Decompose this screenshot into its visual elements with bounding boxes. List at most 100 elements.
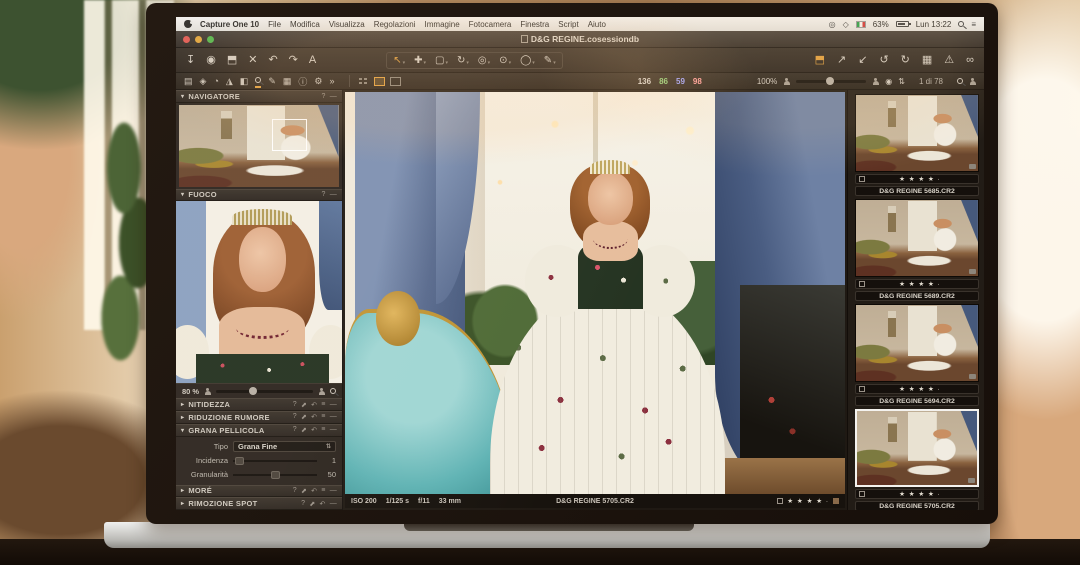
collapse-icon[interactable]: — [330,191,337,198]
menu-aiuto[interactable]: Aiuto [588,20,606,29]
airplay-icon[interactable]: ◇ [843,20,849,29]
redo-icon[interactable]: ↷ [289,55,298,66]
focus-preview[interactable] [176,201,342,382]
collapse-icon[interactable]: — [330,426,337,434]
undo-icon[interactable]: ↶ [268,55,277,66]
collapse-icon[interactable]: — [330,487,337,495]
reset-icon[interactable]: ↶ [311,487,317,495]
collapse-icon[interactable]: — [330,413,337,421]
viewer-zoom-value[interactable]: 100% [757,77,777,86]
focus-zoom-value[interactable]: 80 % [182,387,199,396]
help-icon[interactable]: ? [301,500,305,508]
pan-tool[interactable]: ✚▾ [414,55,426,66]
disclosure-icon[interactable]: ▾ [181,427,184,434]
import-icon[interactable]: ↧ [186,55,195,66]
loupe-tool[interactable]: ⊙▾ [499,55,511,66]
fit-image-icon[interactable] [783,78,790,85]
reset-icon[interactable]: ↶ [311,426,317,434]
disclosure-icon[interactable]: ▾ [181,191,184,198]
copy-icon[interactable]: ⬈ [301,401,307,409]
settings-tab-icon[interactable]: ⚙ [314,76,322,87]
capture-tab-icon[interactable]: ◈ [200,76,207,87]
grain-impact-slider[interactable] [233,460,317,462]
grain-granularity-slider[interactable] [233,474,317,476]
menu-script[interactable]: Script [558,20,578,29]
zoom-100-icon[interactable] [872,78,879,85]
navigator-zoom-rect[interactable] [272,119,307,150]
copy-icon[interactable]: ⬈ [301,426,307,434]
thumbnail-rating-row[interactable]: ★ ★ ★ ★ · [855,174,979,184]
collapse-icon[interactable]: — [330,401,337,409]
select-checkbox[interactable] [859,491,865,497]
capture-icon[interactable]: ◉ [206,55,216,66]
select-cursor-tool[interactable]: ↖▾ [393,55,405,66]
viewer-zoom-slider[interactable] [796,80,866,83]
menu-regolazioni[interactable]: Regolazioni [374,20,416,29]
disclosure-icon[interactable]: ▾ [181,93,184,100]
overflow-tabs-icon[interactable]: » [329,76,334,86]
spot-removal-tool[interactable]: ◯▾ [520,55,535,66]
menu-fotocamera[interactable]: Fotocamera [469,20,512,29]
app-menu[interactable]: Capture One 10 [200,20,259,29]
multi-view-icon[interactable] [358,77,369,86]
sort-order-icon[interactable]: ⇅ [898,77,905,86]
thumbnail[interactable] [855,94,979,172]
reset-icon[interactable]: ↶ [311,413,317,421]
rotate-left-icon[interactable]: ↺ [879,55,888,66]
filmstrip-item[interactable]: ★ ★ ★ ★ · D&G REGINE 5689.CR2 [855,199,979,301]
grid-overlay-icon[interactable]: ▦ [922,55,932,66]
battery-icon[interactable] [896,21,909,27]
presets-icon[interactable]: ≡ [321,487,325,495]
eye-compare-icon[interactable]: ◉ [885,77,892,86]
notification-center-icon[interactable]: ≡ [971,20,976,29]
thumbnail[interactable] [855,409,979,487]
star-rating[interactable]: ★ ★ ★ ★ · [899,175,941,183]
copy-adjustments-icon[interactable]: ⬒ [815,55,825,66]
collapse-icon[interactable]: — [330,93,337,100]
filmstrip-item-selected[interactable]: ★ ★ ★ ★ · D&G REGINE 5705.CR2 [855,409,979,510]
rotate-tool[interactable]: ↻▾ [457,55,469,66]
help-icon[interactable]: ? [293,487,297,495]
color-tab-icon[interactable]: ◔ [213,76,218,86]
copy-icon[interactable]: ⬈ [301,487,307,495]
single-view-icon[interactable] [374,77,385,86]
face-zoom-icon[interactable] [969,78,976,85]
collapse-icon[interactable]: — [330,500,337,508]
menu-finestra[interactable]: Finestra [520,20,549,29]
thumbnail-rating-row[interactable]: ★ ★ ★ ★ · [855,279,979,289]
focus-panel-header[interactable]: ▾ FUOCO ?— [176,189,342,202]
zoom-100-icon[interactable] [318,388,325,395]
rotate-right-icon[interactable]: ↻ [901,55,910,66]
draw-mask-tool[interactable]: ✎▾ [544,55,556,66]
focus-zoom-slider[interactable] [216,390,313,393]
color-tag[interactable] [833,498,839,504]
menu-clock[interactable]: Lun 13:22 [916,20,952,29]
viewer-image[interactable] [345,92,845,494]
reset-icon[interactable]: ↶ [320,500,326,508]
zoom-out-panel-icon[interactable]: ↗ [837,55,846,66]
filmstrip-item[interactable]: ★ ★ ★ ★ · D&G REGINE 5685.CR2 [855,94,979,196]
noise-reduction-panel-header[interactable]: ▸ RIDUZIONE RUMORE ?⬈↶≡— [176,411,342,424]
info-tab-icon[interactable]: ⓘ [298,75,307,88]
disclosure-icon[interactable]: ▸ [181,401,184,408]
export-icon[interactable]: ⬒ [227,55,237,66]
presets-icon[interactable]: ≡ [321,413,325,421]
star-rating[interactable]: ★ ★ ★ ★ · [899,280,941,288]
help-icon[interactable]: ? [321,191,325,198]
fit-icon[interactable] [204,388,211,395]
film-grain-panel-header[interactable]: ▾ GRANA PELLICOLA ?⬈↶≡— [176,424,342,437]
crop-tool[interactable]: ▢▾ [435,55,448,66]
keyboard-layout-flag-it[interactable] [856,21,866,28]
menu-immagine[interactable]: Immagine [425,20,460,29]
presets-icon[interactable]: ≡ [321,426,325,434]
menu-modifica[interactable]: Modifica [290,20,320,29]
thumbnail[interactable] [855,199,979,277]
select-checkbox[interactable] [777,498,783,504]
reset-icon[interactable]: ↶ [311,401,317,409]
annotate-icon[interactable]: A [309,55,316,66]
apple-menu-icon[interactable] [184,20,192,28]
disclosure-icon[interactable]: ▸ [181,487,184,494]
menu-visualizza[interactable]: Visualizza [329,20,365,29]
moire-panel-header[interactable]: ▸ MORÉ ?⬈↶≡— [176,485,342,498]
lens-tab-icon[interactable]: ◧ [240,76,249,87]
